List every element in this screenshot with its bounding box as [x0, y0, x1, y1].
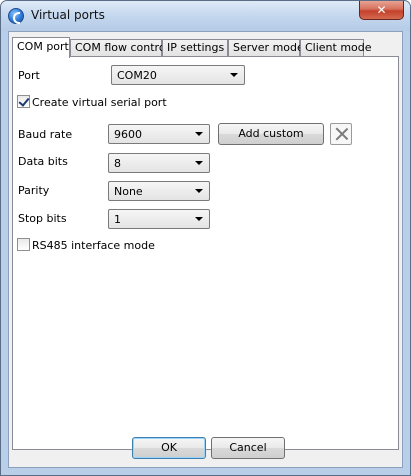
title-bar[interactable]: Virtual ports ✕ [1, 1, 410, 31]
tab-com-flow-control[interactable]: COM flow control [70, 39, 169, 56]
parity-select[interactable]: None [108, 181, 210, 201]
data-bits-select-value: 8 [114, 157, 121, 170]
chevron-down-icon [195, 217, 203, 221]
data-bits-select[interactable]: 8 [108, 153, 210, 173]
chevron-down-icon [195, 161, 203, 165]
tab-ip-settings[interactable]: IP settings [162, 39, 228, 56]
com-port-panel: Port COM20 Create virtual serial port Ba… [12, 56, 399, 450]
stop-bits-select[interactable]: 1 [108, 209, 210, 229]
window-title: Virtual ports [31, 8, 105, 22]
port-select-value: COM20 [117, 69, 157, 82]
rs485-mode-checkbox[interactable] [17, 238, 30, 251]
cancel-button[interactable]: Cancel [211, 437, 285, 459]
ok-button[interactable]: OK [132, 437, 206, 459]
dialog-window: Virtual ports ✕ COM port COM flow contro… [0, 0, 411, 476]
chevron-down-icon [195, 189, 203, 193]
create-virtual-port-label[interactable]: Create virtual serial port [32, 96, 167, 109]
close-button[interactable]: ✕ [359, 1, 404, 20]
create-virtual-port-checkbox[interactable] [17, 95, 30, 108]
chevron-down-icon [195, 132, 203, 136]
dialog-client-area: COM port COM flow control IP settings Se… [8, 31, 403, 468]
tab-client-mode[interactable]: Client mode [300, 39, 372, 56]
baud-rate-select-value: 9600 [114, 128, 142, 141]
tab-server-mode[interactable]: Server mode [228, 39, 304, 56]
delete-icon[interactable] [330, 123, 352, 145]
baud-rate-select[interactable]: 9600 [108, 124, 210, 144]
port-label: Port [18, 69, 40, 82]
chevron-down-icon [230, 73, 238, 77]
stop-bits-select-value: 1 [114, 213, 121, 226]
app-icon [8, 8, 24, 24]
stop-bits-label: Stop bits [18, 212, 67, 225]
parity-select-value: None [114, 185, 143, 198]
rs485-mode-label[interactable]: RS485 interface mode [32, 239, 155, 252]
data-bits-label: Data bits [18, 155, 68, 168]
baud-rate-label: Baud rate [18, 128, 73, 141]
add-custom-button[interactable]: Add custom [218, 123, 324, 145]
tab-com-port[interactable]: COM port [12, 37, 70, 58]
parity-label: Parity [18, 184, 50, 197]
port-select[interactable]: COM20 [111, 65, 245, 85]
